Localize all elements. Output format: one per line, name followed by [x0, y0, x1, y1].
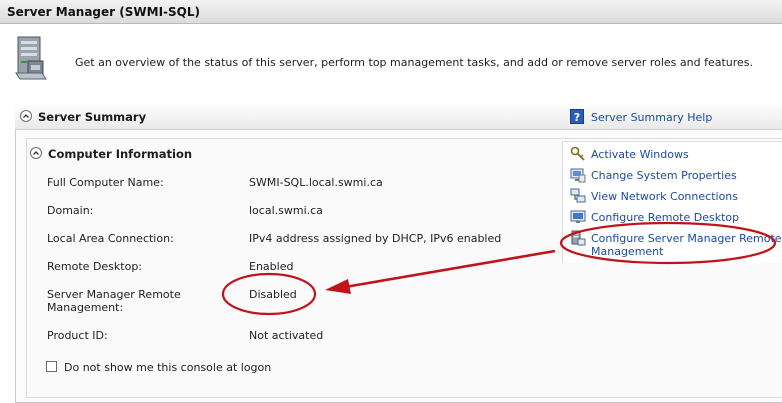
help-icon: ?	[570, 109, 584, 124]
key-icon	[570, 146, 586, 162]
server-manager-remote-management-label: Server Manager Remote Management:	[47, 288, 181, 314]
local-area-connection-value: IPv4 address assigned by DHCP, IPv6 enab…	[249, 232, 502, 245]
remote-desktop-value: Enabled	[249, 260, 294, 273]
domain-label: Domain:	[47, 204, 94, 217]
server-manager-icon	[14, 35, 54, 81]
remote-desktop-icon	[570, 209, 586, 225]
system-properties-icon	[570, 167, 586, 183]
full-computer-name-label: Full Computer Name:	[47, 176, 164, 189]
task-label: Change System Properties	[591, 169, 737, 182]
label-line-2: Management:	[47, 301, 124, 314]
full-computer-name-value: SWMI-SQL.local.swmi.ca	[249, 176, 383, 189]
do-not-show-label: Do not show me this console at logon	[64, 361, 272, 374]
computer-information-collapse-button[interactable]	[30, 147, 42, 159]
title-bar: Server Manager (SWMI-SQL)	[0, 0, 782, 24]
task-label: Configure Remote Desktop	[591, 211, 740, 224]
chevron-up-icon	[23, 114, 29, 118]
local-area-connection-label: Local Area Connection:	[47, 232, 174, 245]
domain-value: local.swmi.ca	[249, 204, 323, 217]
product-id-value: Not activated	[249, 329, 324, 342]
window-title: Server Manager (SWMI-SQL)	[7, 5, 200, 19]
intro-text: Get an overview of the status of this se…	[75, 56, 754, 69]
server-remote-icon	[570, 230, 586, 246]
computer-information-title: Computer Information	[48, 147, 193, 161]
network-icon	[570, 188, 586, 204]
do-not-show-checkbox[interactable]	[46, 361, 57, 372]
task-label-line-1: Configure Server Manager Remote	[591, 232, 782, 245]
task-label: Activate Windows	[591, 148, 689, 161]
task-label: Configure Server Manager Remote Manageme…	[591, 232, 782, 258]
chevron-up-icon	[33, 151, 39, 155]
remote-desktop-label: Remote Desktop:	[47, 260, 143, 273]
server-summary-title: Server Summary	[38, 110, 147, 124]
server-manager-remote-management-value: Disabled	[249, 288, 297, 301]
help-link-label: Server Summary Help	[591, 111, 713, 124]
task-label-line-2: Management	[591, 245, 664, 258]
label-line-1: Server Manager Remote	[47, 288, 181, 301]
server-summary-collapse-button[interactable]	[20, 110, 32, 122]
product-id-label: Product ID:	[47, 329, 108, 342]
task-label: View Network Connections	[591, 190, 738, 203]
